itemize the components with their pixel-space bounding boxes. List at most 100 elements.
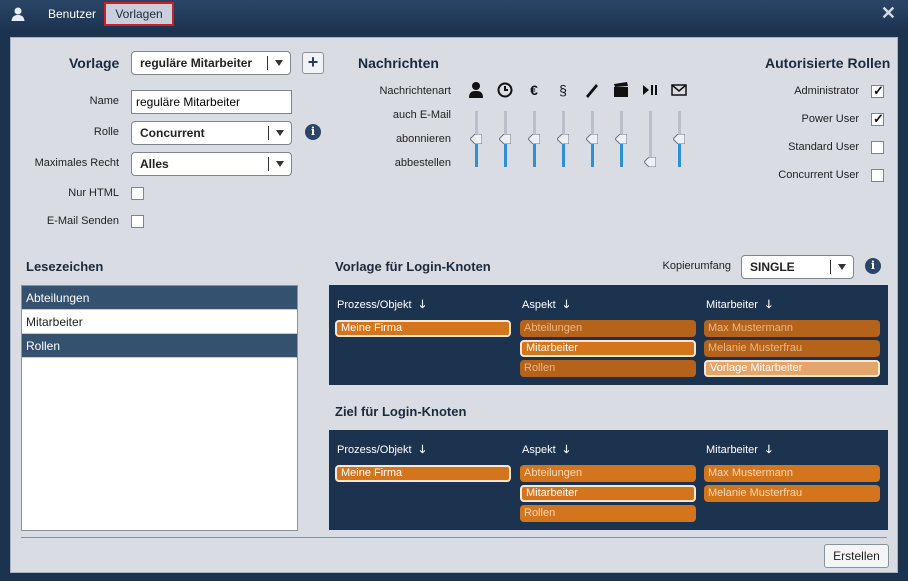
info-icon[interactable]: i: [865, 258, 881, 274]
arrow-down-icon: 🡓: [563, 444, 570, 456]
select-separator: [268, 126, 269, 140]
arrow-down-icon: 🡓: [765, 299, 772, 311]
slider-thumb[interactable]: [586, 134, 598, 144]
slider-thumb[interactable]: [470, 134, 482, 144]
info-icon[interactable]: i: [305, 124, 321, 140]
vorlage-aspekt-rollen[interactable]: Rollen: [520, 360, 696, 377]
slider-clock[interactable]: [496, 111, 514, 167]
max-recht-label: Maximales Recht: [34, 157, 119, 169]
slider-thumb[interactable]: [557, 134, 569, 144]
col-header-aspekt: Aspekt 🡓: [522, 444, 570, 456]
lesezeichen-title: Lesezeichen: [26, 259, 104, 274]
clapper-icon[interactable]: [612, 81, 630, 99]
rolle-select-value: Concurrent: [140, 126, 205, 140]
slider-thumb[interactable]: [528, 134, 540, 144]
erstellen-button[interactable]: Erstellen: [824, 544, 889, 568]
col-header-mitarbeiter: Mitarbeiter 🡓: [706, 299, 772, 311]
slider-person[interactable]: [467, 111, 485, 167]
role-standard-user-label: Standard User: [788, 141, 859, 153]
vorlage-mitarbeiter-vorlage[interactable]: Vorlage Mitarbeiter: [704, 360, 880, 377]
vorlage-mitarbeiter-max[interactable]: Max Mustermann: [704, 320, 880, 337]
person-icon[interactable]: [467, 81, 485, 99]
tab-benutzer[interactable]: Benutzer: [40, 2, 104, 26]
col-header-aspekt: Aspekt 🡓: [522, 299, 570, 311]
clock-icon[interactable]: [496, 81, 514, 99]
slider-play-pause[interactable]: [641, 111, 659, 167]
close-icon[interactable]: ✕: [881, 4, 896, 22]
ziel-mitarbeiter-max[interactable]: Max Mustermann: [704, 465, 880, 482]
vorlage-aspekt-abteilungen[interactable]: Abteilungen: [520, 320, 696, 337]
list-item-rollen[interactable]: Rollen: [22, 334, 297, 358]
user-icon[interactable]: [10, 6, 26, 22]
arrow-down-icon: 🡓: [765, 444, 772, 456]
col-header-mitarbeiter: Mitarbeiter 🡓: [706, 444, 772, 456]
select-separator: [268, 157, 269, 171]
kopierumfang-label: Kopierumfang: [662, 260, 732, 272]
name-input[interactable]: [131, 90, 292, 114]
role-administrator-checkbox[interactable]: ✓: [871, 83, 884, 98]
select-separator: [830, 260, 831, 274]
slider-thumb[interactable]: [499, 134, 511, 144]
slider-thumb[interactable]: [615, 134, 627, 144]
list-item-mitarbeiter[interactable]: Mitarbeiter: [22, 310, 297, 334]
euro-icon[interactable]: €: [525, 81, 543, 99]
slider-mail[interactable]: [670, 111, 688, 167]
vorlage-prozess-meine-firma[interactable]: Meine Firma: [335, 320, 511, 337]
pen-icon[interactable]: [583, 81, 601, 99]
role-power-user-label: Power User: [801, 113, 859, 125]
play-pause-icon[interactable]: [641, 81, 659, 99]
max-recht-select[interactable]: Alles: [131, 152, 292, 176]
name-label: Name: [89, 95, 119, 107]
slider-pen[interactable]: [583, 111, 601, 167]
rolle-select[interactable]: Concurrent: [131, 121, 292, 145]
email-senden-checkbox[interactable]: [131, 215, 144, 228]
chevron-down-icon: [275, 60, 283, 66]
mail-icon[interactable]: [670, 81, 688, 99]
chevron-down-icon: [838, 264, 846, 270]
slider-clapper[interactable]: [612, 111, 630, 167]
slider-thumb[interactable]: [673, 134, 685, 144]
ziel-mitarbeiter-melanie[interactable]: Melanie Musterfrau: [704, 485, 880, 502]
role-concurrent-user-label: Concurrent User: [778, 169, 859, 181]
paragraph-icon[interactable]: §: [554, 81, 572, 99]
nur-html-checkbox[interactable]: [131, 187, 144, 200]
slider-paragraph[interactable]: [554, 111, 572, 167]
role-concurrent-user-checkbox[interactable]: [871, 169, 884, 182]
kopierumfang-value: SINGLE: [750, 260, 795, 274]
vorlage-aspekt-mitarbeiter[interactable]: Mitarbeiter: [520, 340, 696, 357]
ziel-aspekt-mitarbeiter[interactable]: Mitarbeiter: [520, 485, 696, 502]
ziel-prozess-meine-firma[interactable]: Meine Firma: [335, 465, 511, 482]
arrow-down-icon: 🡓: [563, 299, 570, 311]
check-icon: ✓: [873, 111, 884, 126]
nachrichten-title: Nachrichten: [358, 55, 439, 71]
main-panel: Vorlage reguläre Mitarbeiter + Name Roll…: [10, 37, 898, 573]
slider-thumb[interactable]: [644, 157, 656, 167]
kopierumfang-select[interactable]: SINGLE: [741, 255, 854, 279]
ziel-login-title: Ziel für Login-Knoten: [335, 404, 467, 419]
select-separator: [267, 56, 268, 70]
top-bar: Benutzer Vorlagen ✕: [0, 0, 908, 29]
arrow-down-icon: 🡓: [419, 299, 426, 311]
ziel-aspekt-rollen[interactable]: Rollen: [520, 505, 696, 522]
abonnieren-label: abonnieren: [395, 133, 451, 145]
role-power-user-checkbox[interactable]: ✓: [871, 111, 884, 126]
rolle-label: Rolle: [93, 126, 119, 138]
email-senden-label: E-Mail Senden: [46, 215, 119, 227]
role-standard-user-checkbox[interactable]: [871, 141, 884, 154]
slider-euro[interactable]: [525, 111, 543, 167]
auch-email-label: auch E-Mail: [392, 109, 451, 121]
check-icon: ✓: [873, 83, 884, 98]
ziel-aspekt-abteilungen[interactable]: Abteilungen: [520, 465, 696, 482]
add-vorlage-button[interactable]: +: [302, 52, 324, 74]
role-administrator-label: Administrator: [794, 85, 859, 97]
vorlage-mitarbeiter-melanie[interactable]: Melanie Musterfrau: [704, 340, 880, 357]
vorlage-select[interactable]: reguläre Mitarbeiter: [131, 51, 291, 75]
nachrichtenart-label: Nachrichtenart: [379, 85, 451, 97]
chevron-down-icon: [276, 130, 284, 136]
abbestellen-label: abbestellen: [394, 157, 451, 169]
arrow-down-icon: 🡓: [419, 444, 426, 456]
vorlage-label: Vorlage: [69, 55, 120, 71]
list-item-abteilungen[interactable]: Abteilungen: [22, 286, 297, 310]
tab-vorlagen[interactable]: Vorlagen: [104, 2, 174, 26]
col-header-prozess: Prozess/Objekt 🡓: [337, 299, 426, 311]
